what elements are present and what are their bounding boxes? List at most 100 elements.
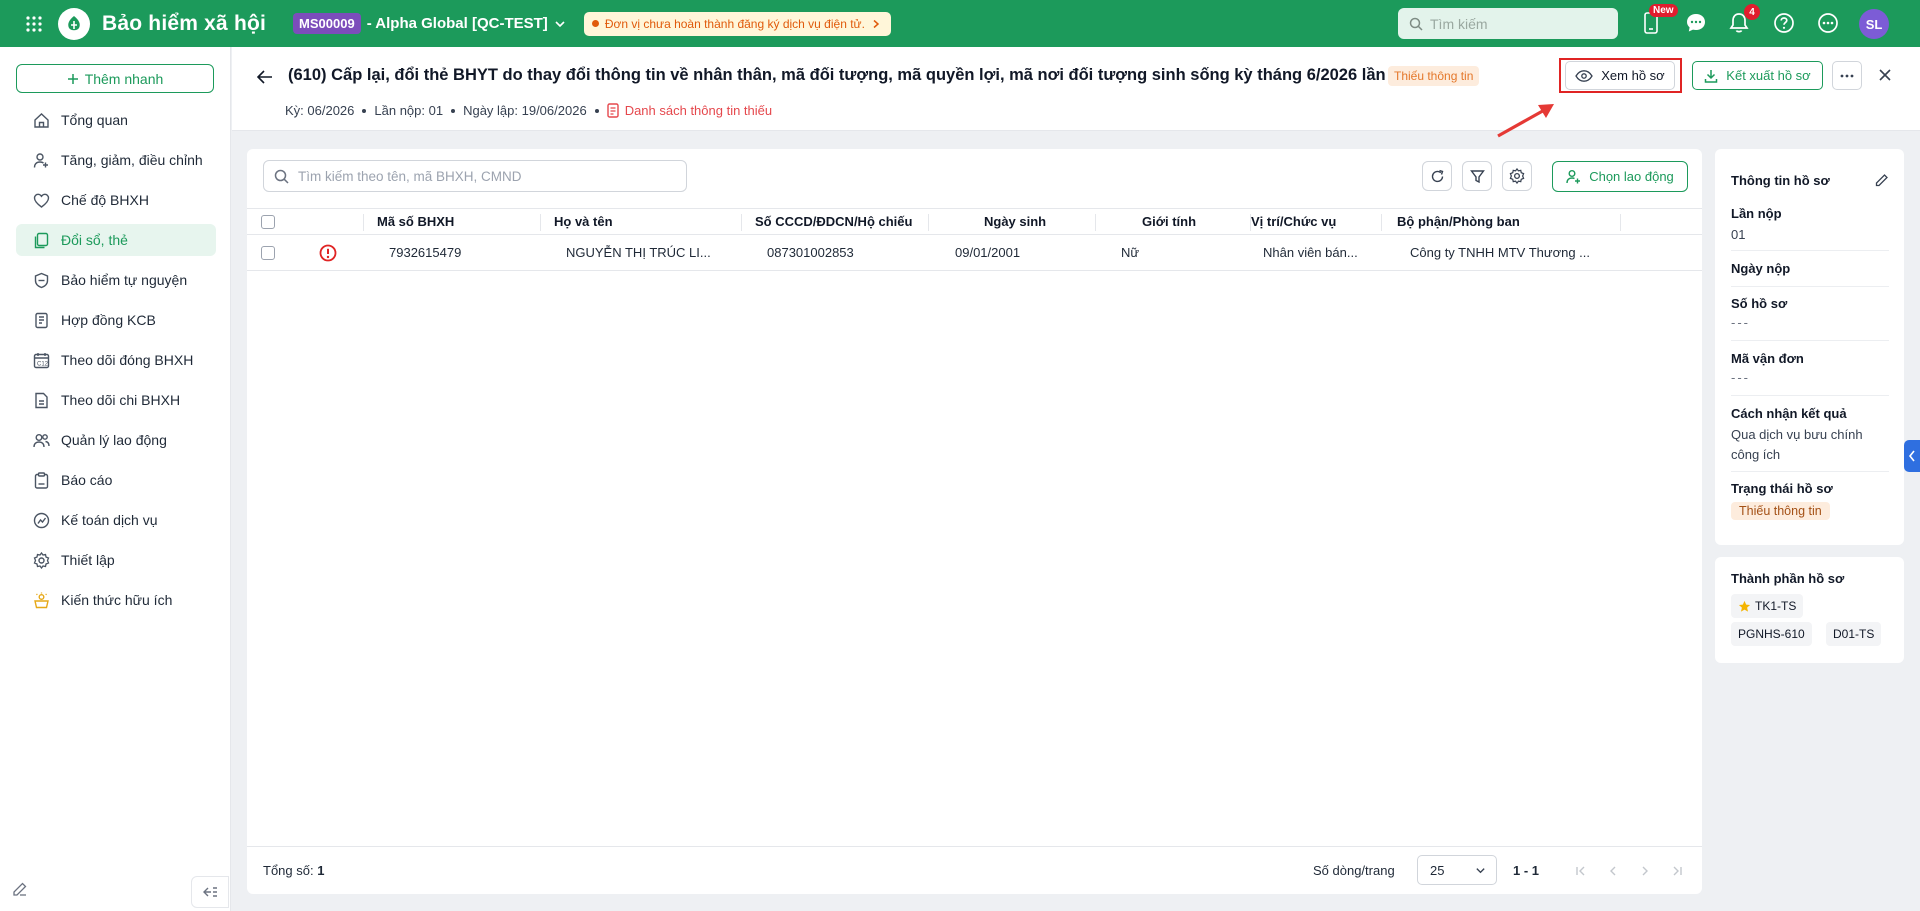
- sidebar-item-kcb-contract[interactable]: Hợp đồng KCB: [16, 304, 216, 336]
- first-page-icon[interactable]: [1572, 862, 1590, 880]
- sidebar-item-knowledge[interactable]: Kiến thức hữu ích: [16, 584, 216, 616]
- eye-icon: [1575, 69, 1594, 82]
- sidebar-item-label: Chế độ BHXH: [61, 192, 149, 208]
- sidebar-item-labor-management[interactable]: Quản lý lao động: [16, 424, 216, 456]
- sidebar-item-track-spending[interactable]: Theo dõi chi BHXH: [16, 384, 216, 416]
- sidebar-item-label: Theo dõi đóng BHXH: [61, 352, 194, 368]
- table-header: Mã số BHXH Họ và tên Số CCCD/ĐDCN/Hộ chi…: [247, 208, 1702, 235]
- sidebar-item-voluntary-insurance[interactable]: Bảo hiểm tự nguyện: [16, 264, 216, 296]
- export-file-label: Kết xuất hồ sơ: [1726, 68, 1811, 83]
- column-header-full-name[interactable]: Họ và tên: [554, 209, 613, 234]
- warning-text: Đơn vị chưa hoàn thành đăng ký dịch vụ đ…: [604, 16, 865, 31]
- chat-icon[interactable]: [1684, 11, 1708, 35]
- global-search-placeholder: Tìm kiếm: [1430, 15, 1488, 32]
- sidebar-item-label: Kiến thức hữu ích: [61, 592, 173, 608]
- chevron-down-icon: [554, 18, 566, 30]
- column-header-position[interactable]: Vị trí/Chức vụ: [1251, 209, 1336, 234]
- next-page-icon[interactable]: [1636, 862, 1654, 880]
- column-header-gender[interactable]: Giới tính: [1142, 209, 1196, 234]
- cell-bhxh-code: 7932615479: [389, 245, 462, 260]
- filter-icon[interactable]: [1462, 161, 1492, 191]
- cell-department: Công ty TNHH MTV Thương ...: [1410, 245, 1591, 260]
- file-info-card: Thông tin hồ sơ Lần nộp 01 Ngày nộp Số h…: [1715, 149, 1904, 545]
- collapse-sidebar-icon[interactable]: [191, 876, 229, 908]
- registration-warning-banner[interactable]: Đơn vị chưa hoàn thành đăng ký dịch vụ đ…: [583, 11, 891, 36]
- file-components-card: Thành phần hồ sơ TK1-TS PGNHS-610 D01-TS: [1715, 557, 1904, 663]
- status-label: Trạng thái hồ sơ: [1731, 481, 1833, 496]
- pencil-icon[interactable]: [1875, 173, 1891, 189]
- user-adjust-icon: [32, 151, 50, 169]
- global-search-input[interactable]: Tìm kiếm: [1398, 8, 1618, 39]
- column-header-department[interactable]: Bộ phận/Phòng ban: [1397, 209, 1520, 234]
- page-title: (610) Cấp lại, đổi thẻ BHYT do thay đổi …: [288, 66, 1400, 84]
- column-header-id-number[interactable]: Số CCCD/ĐDCN/Hộ chiếu: [755, 209, 912, 234]
- help-icon[interactable]: [1772, 11, 1796, 35]
- document-list-icon: [606, 103, 619, 118]
- tracking-label: Mã vận đơn: [1731, 351, 1804, 366]
- component-chip[interactable]: PGNHS-610: [1731, 622, 1812, 646]
- user-plus-icon: [1566, 169, 1581, 184]
- created-date-text: Ngày lập: 19/06/2026: [463, 103, 587, 118]
- calendar-c12-icon: C12: [32, 351, 50, 369]
- sidebar-item-reports[interactable]: Báo cáo: [16, 464, 216, 496]
- settings-gear-icon[interactable]: [1502, 161, 1532, 191]
- prev-page-icon[interactable]: [1604, 862, 1622, 880]
- total-label: Tổng số:: [263, 863, 314, 878]
- separator-dot: [451, 108, 456, 113]
- employee-search-field[interactable]: [263, 160, 687, 192]
- user-avatar[interactable]: SL: [1859, 9, 1889, 39]
- component-chip[interactable]: D01-TS: [1826, 622, 1882, 646]
- error-alert-icon[interactable]: [319, 235, 337, 270]
- sidebar-item-track-payment[interactable]: C12 Theo dõi đóng BHXH: [16, 344, 216, 376]
- export-file-button[interactable]: Kết xuất hồ sơ: [1692, 61, 1823, 90]
- table-row[interactable]: 7932615479 NGUYỄN THỊ TRÚC LI... 0873010…: [247, 235, 1702, 271]
- cell-full-name: NGUYỄN THỊ TRÚC LI...: [566, 245, 711, 260]
- close-icon[interactable]: [1874, 64, 1896, 86]
- sidebar-item-overview[interactable]: Tổng quan: [16, 104, 216, 136]
- employee-table: Mã số BHXH Họ và tên Số CCCD/ĐDCN/Hộ chi…: [247, 208, 1702, 271]
- sidebar-item-book-card[interactable]: Đổi sổ, thẻ: [16, 224, 216, 256]
- more-circle-icon[interactable]: [1816, 11, 1840, 35]
- component-chip[interactable]: TK1-TS: [1731, 594, 1804, 618]
- info-status: Trạng thái hồ sơ Thiếu thông tin: [1731, 481, 1889, 531]
- sidebar-item-adjustments[interactable]: Tăng, giảm, điều chỉnh: [16, 144, 216, 176]
- rows-per-page-select[interactable]: 25: [1417, 855, 1497, 885]
- sidebar-item-bhxh-benefits[interactable]: Chế độ BHXH: [16, 184, 216, 216]
- file-status-badge: Thiếu thông tin: [1731, 502, 1830, 520]
- expand-panel-icon[interactable]: [1904, 440, 1920, 472]
- edit-note-icon[interactable]: [8, 877, 32, 901]
- select-all-checkbox[interactable]: [261, 209, 275, 234]
- last-page-icon[interactable]: [1668, 862, 1686, 880]
- quick-add-button[interactable]: Thêm nhanh: [16, 64, 214, 93]
- employee-list-panel: Chọn lao động Mã số BHXH Họ và tên Số CC…: [247, 149, 1702, 894]
- missing-info-link[interactable]: Danh sách thông tin thiếu: [606, 103, 772, 118]
- column-header-bhxh-code[interactable]: Mã số BHXH: [377, 209, 454, 234]
- view-file-label: Xem hồ sơ: [1601, 68, 1665, 83]
- sidebar-item-label: Báo cáo: [61, 472, 113, 488]
- info-submission: Lần nộp 01: [1731, 206, 1889, 251]
- employee-search-input[interactable]: [298, 168, 678, 184]
- row-checkbox[interactable]: [261, 235, 275, 270]
- sidebar-item-label: Tăng, giảm, điều chỉnh: [61, 152, 203, 168]
- more-options-icon[interactable]: [1832, 61, 1862, 90]
- component-name: D01-TS: [1833, 627, 1875, 641]
- view-file-button[interactable]: Xem hồ sơ: [1565, 61, 1675, 90]
- component-name: TK1-TS: [1755, 599, 1797, 613]
- app-grid-icon[interactable]: [22, 12, 46, 36]
- back-arrow-icon[interactable]: [254, 66, 276, 88]
- choose-employee-label: Chọn lao động: [1589, 169, 1674, 184]
- sidebar-item-service-accounting[interactable]: Kế toán dịch vụ: [16, 504, 216, 536]
- app-logo: [58, 7, 90, 40]
- info-tracking: Mã vận đơn ---: [1731, 351, 1889, 396]
- choose-employee-button[interactable]: Chọn lao động: [1552, 161, 1688, 192]
- warning-dot-icon: [591, 20, 599, 27]
- svg-text:C12: C12: [37, 361, 49, 367]
- sidebar-item-settings[interactable]: Thiết lập: [16, 544, 216, 576]
- home-icon: [32, 111, 50, 129]
- column-header-dob[interactable]: Ngày sinh: [984, 209, 1046, 234]
- refresh-icon[interactable]: [1422, 161, 1452, 191]
- notification-count-badge: 4: [1744, 4, 1760, 20]
- unit-selector[interactable]: - Alpha Global [QC-TEST]: [367, 15, 566, 32]
- download-icon: [1704, 69, 1718, 83]
- table-footer: Tổng số: 1 Số dòng/trang 25 1 - 1: [247, 846, 1702, 894]
